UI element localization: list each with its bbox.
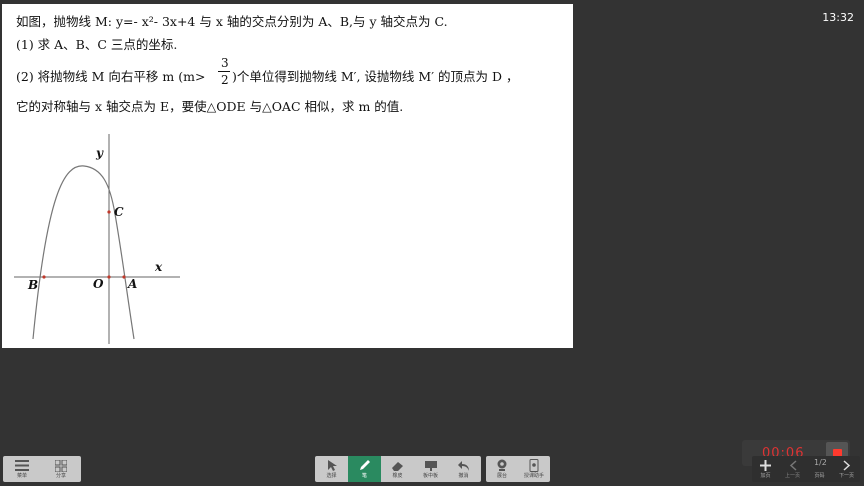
undo-arrow-icon [457, 458, 470, 473]
parabola-curve [32, 165, 135, 340]
pen-button[interactable]: 笔 [348, 456, 381, 482]
menu-label: 菜单 [16, 473, 27, 479]
camera-button[interactable]: 展台 [486, 456, 518, 482]
toolbar-left: 菜单 分享 [3, 456, 81, 482]
grid-icon [55, 458, 67, 473]
point-o [107, 275, 111, 279]
undo-button[interactable]: 撤消 [447, 456, 480, 482]
clock: 13:32 [822, 11, 854, 24]
eraser-label: 橡皮 [392, 473, 403, 479]
select-button[interactable]: 选择 [315, 456, 348, 482]
toolbar-tools: 展台 授课助手 [486, 456, 550, 482]
chevron-right-icon [842, 458, 851, 473]
assistant-label: 授课助手 [523, 473, 544, 479]
toolbar-right: 加页 上一页 页码 下一页 [752, 456, 860, 482]
label-b: B [27, 278, 38, 292]
add-page-label: 加页 [760, 473, 771, 479]
camera-label: 展台 [496, 473, 507, 479]
point-c [107, 210, 111, 214]
select-label: 选择 [326, 473, 337, 479]
label-c: C [114, 205, 124, 219]
webcam-icon [496, 458, 508, 473]
parabola-graph: y x C B O A [14, 134, 180, 344]
hamburger-icon [15, 458, 29, 473]
pen-icon [358, 458, 371, 473]
menu-button[interactable]: 菜单 [3, 456, 41, 482]
y-axis-label: y [95, 146, 104, 160]
pen-label: 笔 [361, 473, 367, 479]
eraser-icon [391, 458, 405, 473]
page-indicator: 1/2 [814, 458, 827, 467]
board-label: 板中板 [422, 473, 438, 479]
plus-icon [760, 458, 771, 473]
add-page-button[interactable]: 加页 [752, 456, 779, 482]
prev-page-button[interactable]: 上一页 [779, 456, 806, 482]
label-a: A [127, 277, 137, 291]
phone-icon [529, 458, 539, 473]
assistant-button[interactable]: 授课助手 [518, 456, 550, 482]
eraser-button[interactable]: 橡皮 [381, 456, 414, 482]
next-page-button[interactable]: 下一页 [833, 456, 860, 482]
share-button[interactable]: 分享 [41, 456, 81, 482]
toolbar-center: 选择 笔 橡皮 板中板 撤消 [315, 456, 481, 482]
cursor-arrow-icon [327, 458, 337, 473]
share-label: 分享 [55, 473, 66, 479]
chevron-left-icon [789, 458, 797, 473]
whiteboard-canvas[interactable]: 如图，抛物线 M: y=- x²- 3x+4 与 x 轴的交点分别为 A、B,与… [2, 4, 573, 348]
next-page-label: 下一页 [838, 473, 854, 479]
prev-page-label: 上一页 [784, 473, 800, 479]
x-axis-label: x [154, 260, 163, 274]
point-a [122, 275, 126, 279]
point-b [42, 275, 46, 279]
page-number-label: 页码 [814, 473, 825, 479]
board-in-board-button[interactable]: 板中板 [414, 456, 447, 482]
board-icon [424, 458, 438, 473]
label-o: O [93, 277, 104, 291]
undo-label: 撤消 [458, 473, 469, 479]
